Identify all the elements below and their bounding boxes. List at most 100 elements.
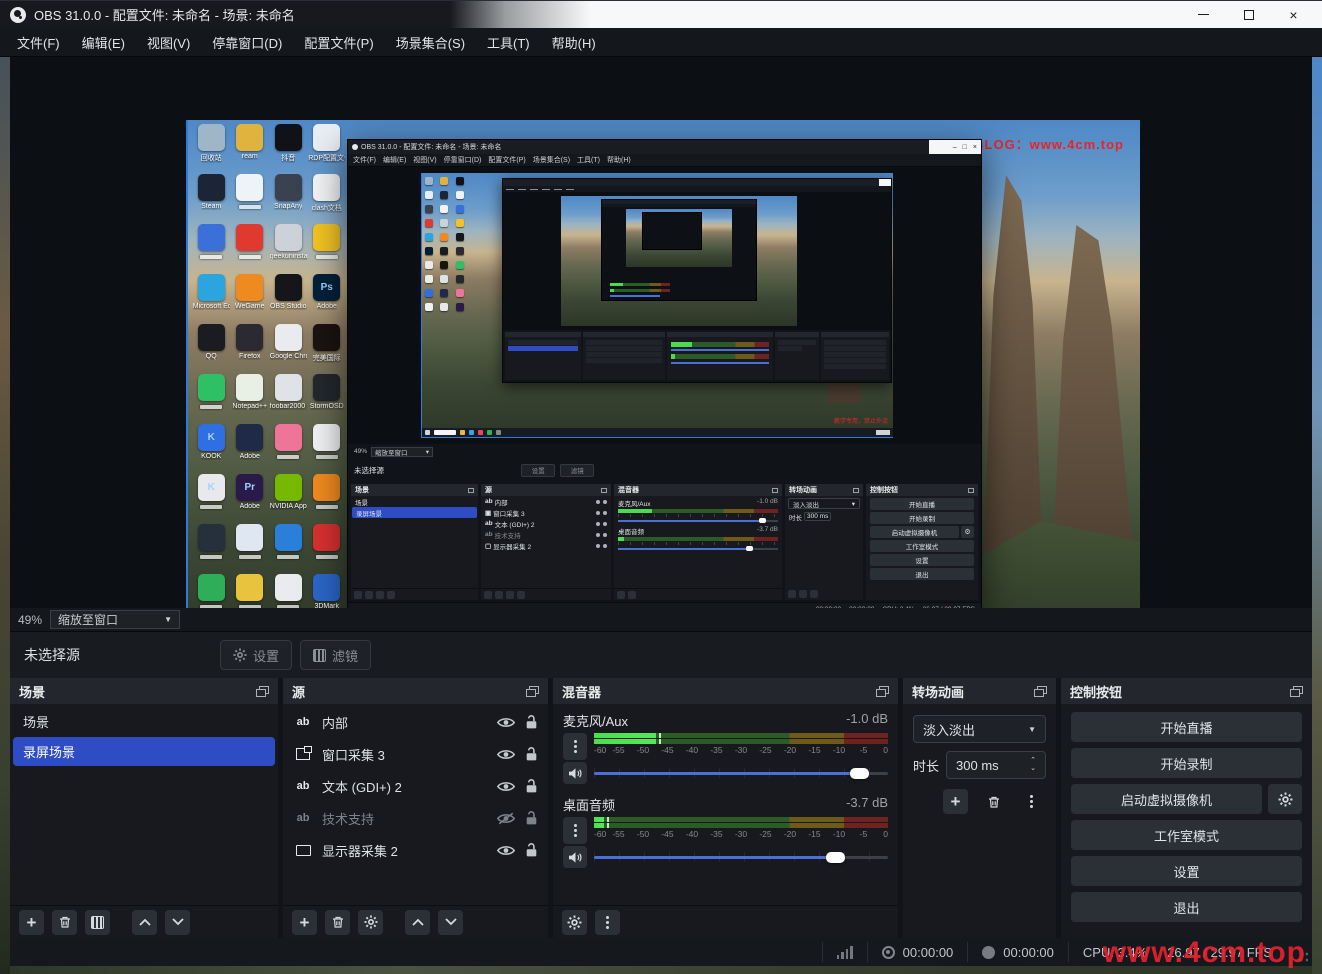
desktop-icon[interactable]: StormOSD <box>308 374 347 424</box>
desktop-icon[interactable]: clash文档 <box>308 174 347 224</box>
desktop-icon[interactable]: Adobe <box>231 424 270 474</box>
scene-item-selected[interactable]: 录屏场景 <box>13 737 275 766</box>
desktop-icon[interactable]: RDP配置文件 <box>308 124 347 174</box>
source-properties-gear-button[interactable] <box>358 910 383 935</box>
studio-mode-button[interactable]: 工作室模式 <box>1071 820 1302 850</box>
eye-icon[interactable] <box>497 716 515 729</box>
desktop-icon[interactable]: Firefox <box>231 324 270 374</box>
move-scene-down-button[interactable] <box>165 910 190 935</box>
add-transition-button[interactable]: + <box>943 789 968 814</box>
exit-button[interactable]: 退出 <box>1071 892 1302 922</box>
desktop-icon[interactable]: Microsoft Edge <box>192 274 231 324</box>
desktop-icon[interactable] <box>192 374 231 424</box>
desktop-icon[interactable]: 完美国际 <box>308 324 347 374</box>
desktop-icon[interactable]: NVIDIA App <box>269 474 308 524</box>
transitions-dock-header[interactable]: 转场动画 <box>903 678 1056 704</box>
eye-off-icon[interactable] <box>497 812 515 825</box>
source-filters-button[interactable]: 滤镜 <box>300 640 371 670</box>
desktop-icon[interactable] <box>269 424 308 474</box>
source-item[interactable]: ab 内部 <box>283 706 548 738</box>
close-button[interactable]: × <box>1271 1 1316 29</box>
desktop-icon[interactable]: Notepad++ <box>231 374 270 424</box>
desktop-icon[interactable]: WeGame <box>231 274 270 324</box>
add-source-button[interactable]: + <box>292 910 317 935</box>
desktop-icon[interactable]: K <box>192 474 231 524</box>
source-item[interactable]: 窗口采集 3 <box>283 738 548 770</box>
sources-dock-header[interactable]: 源 <box>283 678 548 704</box>
desktop-icon[interactable]: QQ <box>192 324 231 374</box>
menu-docks[interactable]: 停靠窗口(D) <box>201 28 293 57</box>
desktop-icon[interactable]: ream <box>231 124 270 174</box>
scenes-dock-header[interactable]: 场景 <box>10 678 278 704</box>
menu-help[interactable]: 帮助(H) <box>541 28 607 57</box>
preview-canvas[interactable]: 回收站ream抖音RDP配置文件 Steam SnapAnyclash文档geeku… <box>186 120 1140 658</box>
desktop-icon[interactable]: Google Chrome <box>269 324 308 374</box>
move-scene-up-button[interactable] <box>132 910 157 935</box>
menu-edit[interactable]: 编辑(E) <box>71 28 136 57</box>
virtual-camera-settings-button[interactable] <box>1268 784 1302 814</box>
desktop-icon[interactable]: Steam <box>192 174 231 224</box>
source-item-hidden[interactable]: ab 技术支持 <box>283 802 548 834</box>
advanced-audio-button[interactable] <box>562 910 587 935</box>
source-item[interactable]: ab 文本 (GDI+) 2 <box>283 770 548 802</box>
start-virtual-camera-button[interactable]: 启动虚拟摄像机 <box>1071 784 1262 814</box>
start-recording-button[interactable]: 开始录制 <box>1071 748 1302 778</box>
add-scene-button[interactable]: + <box>19 910 44 935</box>
transition-select[interactable]: 淡入淡出 ▼ <box>913 715 1046 743</box>
desktop-icon[interactable]: foobar2000 (x64) <box>269 374 308 424</box>
volume-slider[interactable] <box>594 850 888 864</box>
scene-filters-button[interactable] <box>85 910 110 935</box>
desktop-icon[interactable]: KKOOK <box>192 424 231 474</box>
resize-grip[interactable] <box>1298 952 1308 962</box>
menu-scene-collection[interactable]: 场景集合(S) <box>385 28 476 57</box>
spin-up-icon[interactable]: ⌃ <box>1030 759 1036 764</box>
desktop-icon[interactable] <box>231 224 270 274</box>
desktop-icon[interactable]: PrAdobe <box>231 474 270 524</box>
desktop-icon[interactable]: PsAdobe <box>308 274 347 324</box>
spin-arrows[interactable]: ⌃⌄ <box>1030 759 1036 772</box>
desktop-icon[interactable]: 回收站 <box>192 124 231 174</box>
source-properties-button[interactable]: 设置 <box>220 640 292 670</box>
desktop-icon[interactable] <box>308 424 347 474</box>
channel-menu-button[interactable] <box>563 817 587 844</box>
menu-file[interactable]: 文件(F) <box>6 28 71 57</box>
eye-icon[interactable] <box>497 780 515 793</box>
desktop-icon[interactable]: 抖音 <box>269 124 308 174</box>
volume-slider[interactable] <box>594 766 888 780</box>
desktop-icon[interactable]: geekuninstaller <box>269 224 308 274</box>
maximize-button[interactable] <box>1226 1 1271 29</box>
desktop-icon[interactable] <box>192 224 231 274</box>
desktop-icon[interactable] <box>308 224 347 274</box>
menu-view[interactable]: 视图(V) <box>136 28 201 57</box>
channel-menu-button[interactable] <box>563 733 587 760</box>
move-source-down-button[interactable] <box>438 910 463 935</box>
remove-transition-button[interactable] <box>981 789 1006 814</box>
eye-icon[interactable] <box>497 844 515 857</box>
menu-tools[interactable]: 工具(T) <box>476 28 541 57</box>
slider-handle[interactable] <box>850 768 869 779</box>
desktop-icon[interactable] <box>308 474 347 524</box>
unlock-icon[interactable] <box>525 714 538 730</box>
remove-scene-button[interactable] <box>52 910 77 935</box>
controls-dock-header[interactable]: 控制按钮 <box>1061 678 1312 704</box>
desktop-icon[interactable] <box>269 524 308 574</box>
menu-profile[interactable]: 配置文件(P) <box>293 28 384 57</box>
source-item[interactable]: 显示器采集 2 <box>283 834 548 866</box>
eye-icon[interactable] <box>497 748 515 761</box>
duration-spinbox[interactable]: 300 ms ⌃⌄ <box>946 751 1046 779</box>
scene-item[interactable]: 场景 <box>13 707 275 736</box>
minimize-button[interactable] <box>1181 1 1226 29</box>
unlock-icon[interactable] <box>525 746 538 762</box>
mixer-menu-button[interactable] <box>595 910 620 935</box>
remove-source-button[interactable] <box>325 910 350 935</box>
slider-handle[interactable] <box>826 852 845 863</box>
move-source-up-button[interactable] <box>405 910 430 935</box>
settings-button[interactable]: 设置 <box>1071 856 1302 886</box>
unlock-icon[interactable] <box>525 778 538 794</box>
preview-area[interactable]: 回收站ream抖音RDP配置文件 Steam SnapAnyclash文档geeku… <box>10 57 1312 608</box>
desktop-icon[interactable]: SnapAny <box>269 174 308 224</box>
desktop-icon[interactable] <box>231 524 270 574</box>
mute-button[interactable] <box>563 762 587 784</box>
mute-button[interactable] <box>563 846 587 868</box>
desktop-icon[interactable] <box>308 524 347 574</box>
